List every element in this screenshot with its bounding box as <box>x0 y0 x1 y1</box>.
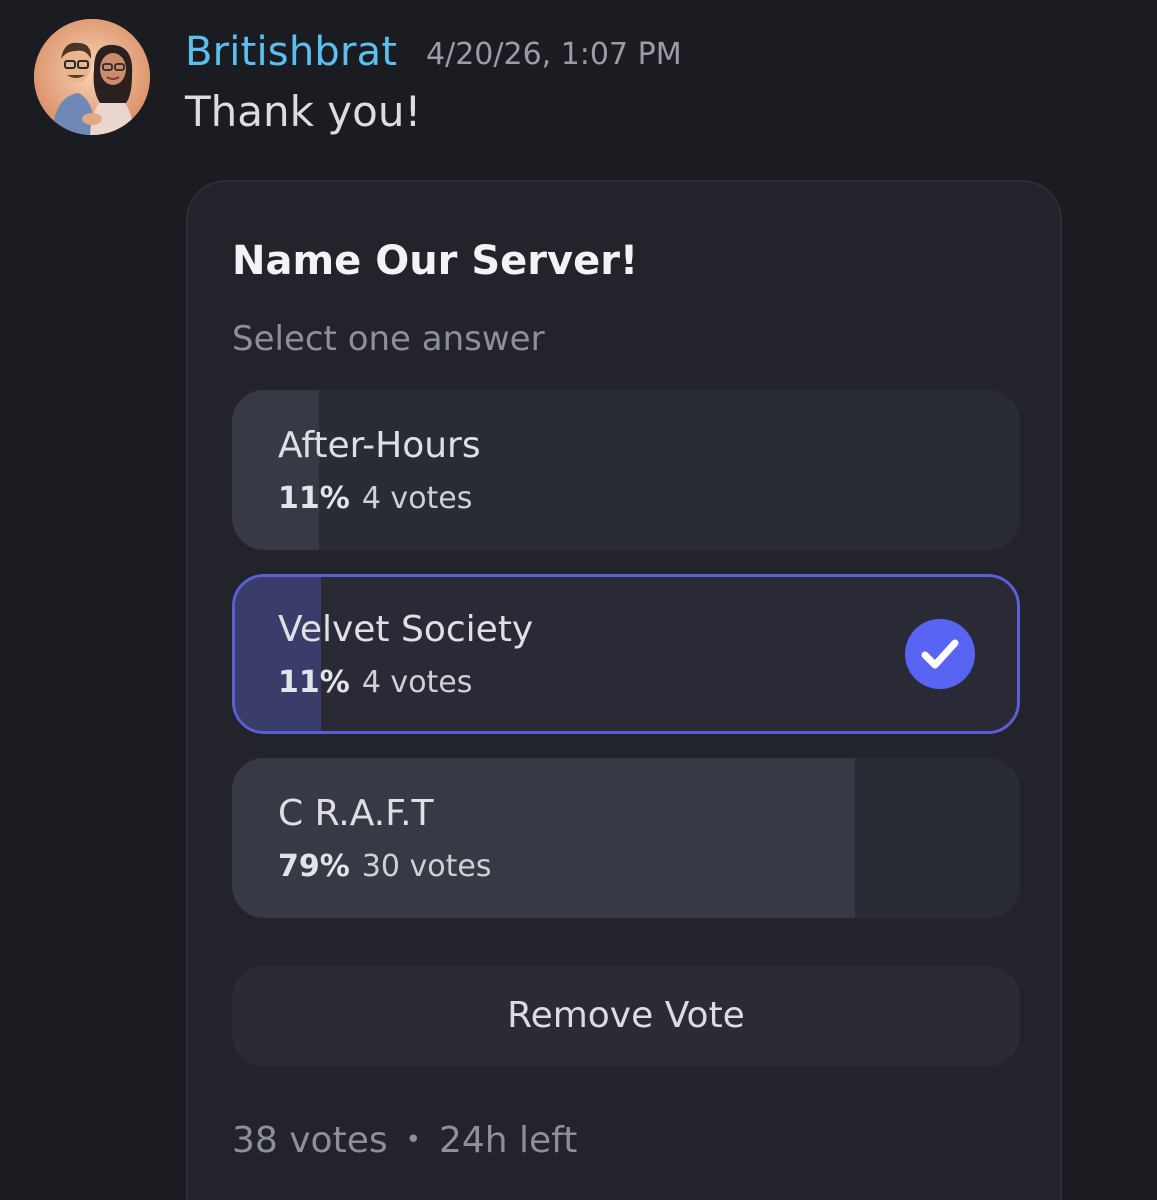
answer-percent: 11% <box>278 665 350 700</box>
message-author[interactable]: Britishbrat <box>185 28 397 76</box>
poll-answer-after-hours[interactable]: After-Hours 11% 4 votes <box>232 390 1020 550</box>
poll-total-votes: 38 votes <box>232 1120 388 1161</box>
poll-footer-separator: • <box>405 1125 421 1155</box>
answer-label: C R.A.F.T <box>278 793 434 834</box>
poll-answer-velvet-society[interactable]: Velvet Society 11% 4 votes <box>232 574 1020 734</box>
answer-stats: 11% 4 votes <box>278 480 472 518</box>
checkmark-circle-icon <box>905 619 975 689</box>
message-text: Thank you! <box>185 87 422 136</box>
answer-progress-fill <box>232 390 319 550</box>
poll-subtitle: Select one answer <box>232 319 545 359</box>
answer-votes: 4 votes <box>361 481 473 516</box>
poll-answer-craft[interactable]: C R.A.F.T 79% 30 votes <box>232 758 1020 918</box>
answer-votes: 30 votes <box>361 849 492 884</box>
poll-card: Name Our Server! Select one answer After… <box>186 180 1062 1200</box>
answer-label: After-Hours <box>278 425 481 466</box>
answer-votes: 4 votes <box>361 665 473 700</box>
answer-stats: 79% 30 votes <box>278 848 491 886</box>
answer-progress-fill <box>232 758 855 918</box>
answer-label: Velvet Society <box>278 609 534 650</box>
answer-stats: 11% 4 votes <box>278 664 472 702</box>
answer-percent: 79% <box>278 849 350 884</box>
poll-title: Name Our Server! <box>232 238 639 284</box>
answer-progress-fill <box>235 577 322 731</box>
avatar[interactable] <box>34 19 150 135</box>
answer-percent: 11% <box>278 481 350 516</box>
poll-time-left: 24h left <box>438 1120 578 1161</box>
chat-message-view: Britishbrat 4/20/26, 1:07 PM Thank you! … <box>0 0 1157 1200</box>
remove-vote-button[interactable]: Remove Vote <box>232 966 1020 1066</box>
message-timestamp: 4/20/26, 1:07 PM <box>426 37 682 72</box>
poll-footer: 38 votes • 24h left <box>232 1118 577 1163</box>
